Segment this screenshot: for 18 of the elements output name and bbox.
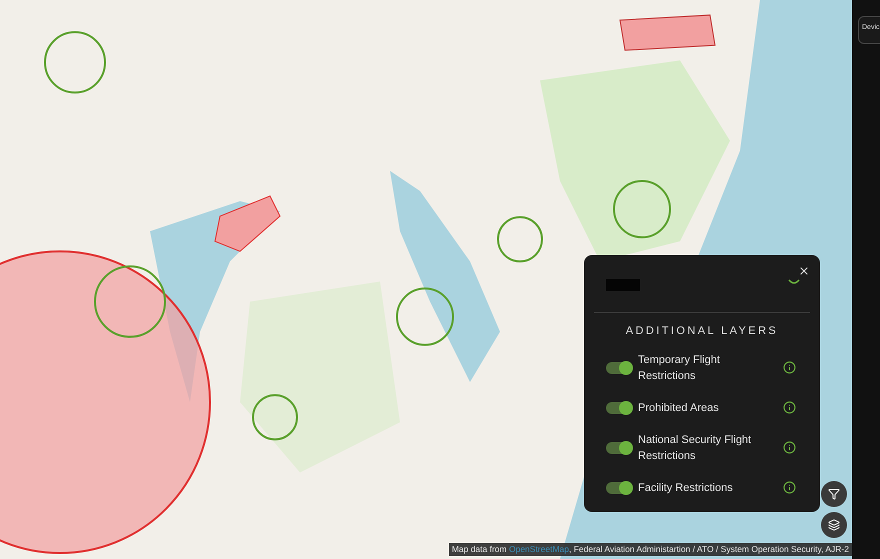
- layer-label: Facility Restrictions: [638, 480, 734, 496]
- layer-label: National Security Flight Restrictions: [638, 432, 752, 464]
- layer-toggle[interactable]: [606, 362, 632, 374]
- map-attribution: Map data from OpenStreetMap, Federal Aviation Administartion / ATO / System Operation Security, AJR-2: [448, 543, 852, 556]
- layers-icon: [828, 519, 840, 531]
- info-icon[interactable]: [783, 481, 796, 494]
- info-icon[interactable]: [783, 361, 796, 374]
- layer-label: Temporary Flight Restrictions: [638, 352, 721, 384]
- layer-toggle[interactable]: [606, 442, 632, 454]
- info-icon[interactable]: [783, 441, 796, 454]
- close-button[interactable]: [798, 265, 810, 277]
- filter-icon: [828, 488, 840, 500]
- info-icon[interactable]: [783, 401, 796, 414]
- layer-toggle[interactable]: [606, 402, 632, 414]
- spinner-icon: [788, 279, 800, 285]
- layer-toggle[interactable]: [606, 482, 632, 494]
- panel-title: ADDITIONAL LAYERS: [624, 324, 780, 339]
- layer-label: Prohibited Areas: [638, 400, 720, 416]
